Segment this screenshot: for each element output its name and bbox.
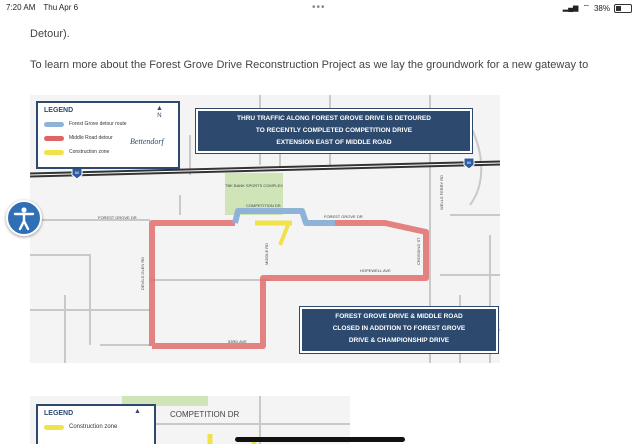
legend-item-forest-grove: Forest Grove detour route [44, 121, 127, 127]
interstate-shield-icon: 80 [463, 157, 475, 170]
legend-label: Middle Road detour [69, 135, 113, 141]
north-label: N [157, 113, 162, 119]
accessibility-icon [13, 207, 35, 231]
battery-fill [616, 5, 622, 11]
map2-legend-item-construction: Construction zone [44, 424, 117, 430]
paragraph-learn-more: To learn more about the Forest Grove Dri… [30, 59, 589, 71]
map2-north-arrow-icon: ▲ [134, 408, 141, 415]
accessibility-button[interactable] [6, 200, 42, 236]
status-time: 7:20 AM [6, 3, 36, 12]
paragraph-detour: Detour). [30, 28, 70, 40]
status-date: Thu Apr 6 [43, 3, 79, 12]
callout-line: TO RECENTLY COMPLETED COMPETITION DRIVE [255, 127, 413, 134]
map2-legend-title: LEGEND [44, 410, 74, 417]
map-legend: LEGEND ▲ N Forest Grove detour route Midd… [36, 101, 180, 169]
road-label-competition: COMPETITION DR [246, 203, 281, 208]
detour-map-image: TBK BANK SPORTS COMPLEX 80 80 FOREST GRO… [30, 95, 500, 363]
legend-label: Forest Grove detour route [69, 121, 127, 127]
callout-line: EXTENSION EAST OF MIDDLE ROAD [276, 139, 392, 146]
wifi-icon: ⌔ [582, 3, 590, 12]
callout-line: DRIVE & CHAMPIONSHIP DRIVE [348, 337, 450, 344]
interstate-shield-icon: 80 [71, 167, 83, 180]
callout-line: FOREST GROVE DRIVE & MIDDLE ROAD [335, 313, 463, 320]
legend-item-middle-road: Middle Road detour [44, 135, 113, 141]
legend-label: Construction zone [69, 424, 118, 430]
legend-swatch-red [44, 135, 64, 141]
interstate-shield-label: 80 [467, 160, 472, 165]
callout-thru-traffic: THRU TRAFFIC ALONG FOREST GROVE DRIVE IS… [196, 109, 472, 153]
home-indicator[interactable] [235, 437, 405, 442]
legend-label: Construction zone [69, 149, 110, 155]
battery-icon [614, 3, 632, 13]
interstate-shield-label: 80 [75, 170, 80, 175]
bettendorf-logo: Bettendorf [130, 137, 164, 146]
road-label-forest-grove-west: FOREST GROVE DR [98, 215, 137, 220]
road-label-wells-ferry: WELLS FERRY RD [439, 175, 444, 210]
legend-swatch-blue [44, 121, 64, 127]
road-label-53rd: 53RD AVE [228, 339, 247, 344]
legend-item-construction: Construction zone [44, 149, 109, 155]
legend-swatch-yellow [44, 149, 64, 155]
road-label-forest-grove-east: FOREST GROVE DR [324, 214, 363, 219]
road-label-hopewell: HOPEWELL AVE [360, 268, 391, 273]
callout-closures: FOREST GROVE DRIVE & MIDDLE ROAD CLOSED … [300, 307, 498, 353]
map2-road-label: COMPETITION DR [170, 410, 240, 419]
legend-title: LEGEND [44, 107, 74, 114]
callout-line: THRU TRAFFIC ALONG FOREST GROVE DRIVE IS… [237, 115, 431, 122]
construction-zone-middle-road [278, 224, 290, 246]
north-arrow-icon: ▲ N [156, 105, 163, 119]
map2-legend: LEGEND ▲ Construction zone [36, 404, 156, 444]
road-label-crossing: CROSSING ST [416, 237, 421, 265]
road-label-devils-glen: DEVILS GLEN RD [140, 257, 145, 290]
road-label-middle: MIDDLE RD [264, 243, 269, 265]
battery-percent: 38% [593, 3, 610, 13]
cellular-signal-icon: ▂▄▆ [562, 5, 579, 12]
multitasking-dots-icon[interactable]: ••• [312, 2, 326, 13]
status-bar: 7:20 AM Thu Apr 6 ••• ▂▄▆ ⌔ 38% [0, 0, 640, 16]
legend-swatch-yellow [44, 424, 64, 430]
callout-line: CLOSED IN ADDITION TO FOREST GROVE [332, 325, 466, 332]
park-label: TBK BANK SPORTS COMPLEX [225, 183, 283, 188]
